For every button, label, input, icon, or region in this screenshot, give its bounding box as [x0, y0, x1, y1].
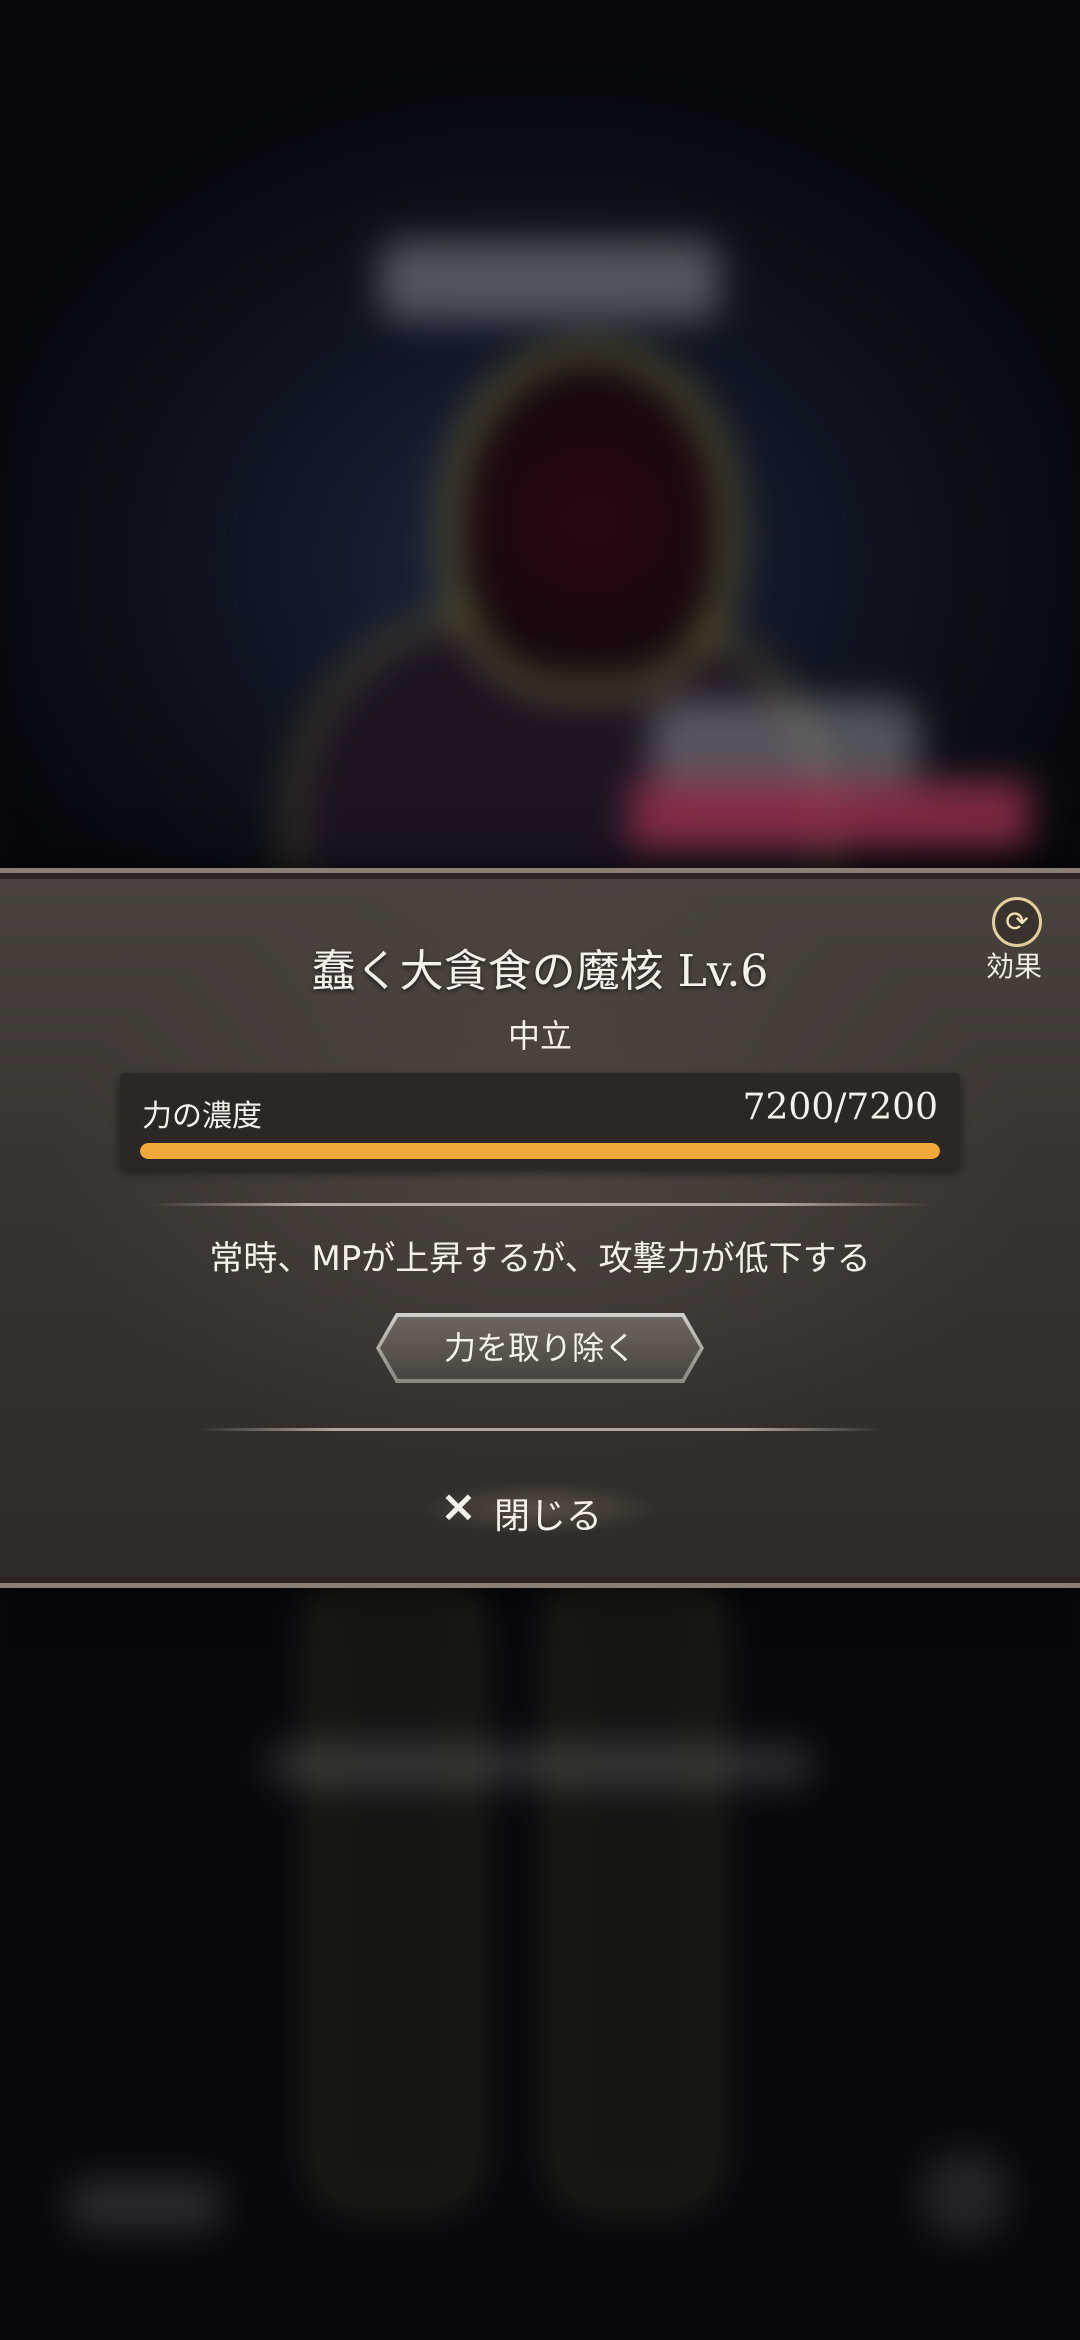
remove-power-button[interactable]: 力を取り除く — [376, 1313, 704, 1383]
divider — [150, 1203, 930, 1206]
close-button[interactable]: × 閉じる — [390, 1473, 690, 1543]
close-icon: × — [440, 1481, 477, 1532]
item-title: 蠢く大貪食の魔核 Lv.6 — [311, 946, 769, 997]
remove-power-label: 力を取り除く — [443, 1329, 636, 1367]
divider — [200, 1428, 880, 1431]
game-screen: ⟳ 効果 蠢く大貪食の魔核 Lv.6 中立 力の濃度 7200/7200 常時、… — [0, 0, 1080, 2340]
gauge-value: 7200/7200 — [742, 1087, 938, 1128]
power-density-gauge: 力の濃度 7200/7200 — [120, 1073, 960, 1169]
item-detail-dialog: ⟳ 効果 蠢く大貪食の魔核 Lv.6 中立 力の濃度 7200/7200 常時、… — [0, 868, 1080, 1588]
effect-description: 常時、MPが上昇するが、攻撃力が低下する — [209, 1239, 871, 1279]
close-label: 閉じる — [494, 1496, 603, 1537]
item-alignment: 中立 — [507, 1017, 572, 1055]
gauge-label: 力の濃度 — [142, 1099, 262, 1134]
gauge-track — [140, 1143, 940, 1159]
gauge-fill — [140, 1143, 940, 1159]
